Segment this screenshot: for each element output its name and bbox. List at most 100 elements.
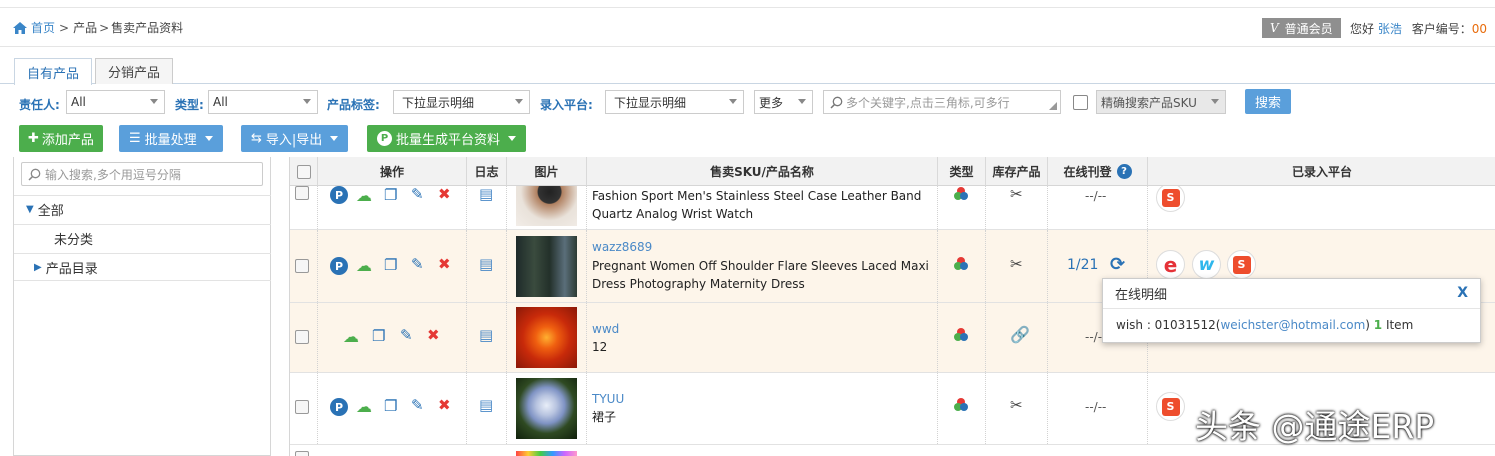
unlinked-icon[interactable]: ✂	[1010, 185, 1023, 203]
exact-search-checkbox[interactable]	[1073, 95, 1088, 110]
copy-icon[interactable]: ❐	[384, 397, 397, 415]
table-row[interactable]: P ☁ ❐ ✎ ✖ ▤ Fashion Sport Men's Stainles…	[290, 169, 1495, 230]
online-count: --/--	[1085, 400, 1107, 414]
row-checkbox[interactable]	[295, 451, 309, 456]
home-icon	[13, 21, 27, 34]
platform-select[interactable]: 下拉显示明细	[605, 90, 744, 114]
popup-email-link[interactable]: weichster@hotmail.com	[1220, 318, 1365, 332]
unlinked-icon[interactable]: ✂	[1010, 255, 1023, 273]
edit-icon[interactable]: ✎	[400, 326, 413, 344]
more-select[interactable]: 更多	[754, 90, 813, 114]
cloud-upload-icon[interactable]: ☁	[356, 186, 372, 205]
column-header-online-label: 在线刊登	[1063, 165, 1112, 179]
exact-search-select[interactable]: 精确搜索产品SKU	[1096, 90, 1226, 114]
p-circle-icon[interactable]: P	[330, 398, 348, 416]
p-circle-icon: P	[377, 131, 392, 146]
batch-process-label: 批量处理	[144, 133, 197, 148]
edit-icon[interactable]: ✎	[411, 396, 424, 414]
product-image[interactable]	[516, 451, 577, 456]
cloud-upload-icon[interactable]: ☁	[356, 397, 372, 416]
tab-distribution-products[interactable]: 分销产品	[95, 58, 174, 84]
keyword-search-input[interactable]: 多个关键字,点击三角标,可多行	[823, 90, 1061, 114]
edit-icon[interactable]: ✎	[411, 185, 424, 203]
batch-generate-button[interactable]: P 批量生成平台资料	[367, 125, 527, 152]
product-sku[interactable]: TYUU	[592, 392, 624, 406]
delete-icon[interactable]: ✖	[427, 326, 440, 344]
online-count-link[interactable]: 1/21	[1067, 257, 1098, 273]
owner-select[interactable]: All	[66, 90, 165, 114]
link-icon[interactable]: 🔗	[1010, 325, 1030, 344]
row-checkbox[interactable]	[295, 400, 309, 414]
tag-select[interactable]: 下拉显示明细	[393, 90, 530, 114]
variant-type-icon	[953, 327, 969, 343]
cloud-upload-icon[interactable]: ☁	[343, 327, 359, 346]
product-name: 12	[592, 340, 608, 354]
log-icon[interactable]: ▤	[479, 255, 493, 273]
p-circle-icon[interactable]: P	[330, 257, 348, 275]
copy-icon[interactable]: ❐	[372, 327, 385, 345]
delete-icon[interactable]: ✖	[438, 255, 451, 273]
action-bar: ✚ 添加产品 ☰ 批量处理 ⇆ 导入|导出 P 批量生成平台资料	[0, 124, 1495, 154]
batch-generate-label: 批量生成平台资料	[396, 133, 501, 148]
breadcrumb-home[interactable]: 首页	[13, 19, 55, 36]
popup-paren: )	[1365, 318, 1374, 332]
category-search-input[interactable]: 输入搜索,多个用逗号分隔	[21, 162, 263, 186]
search-button[interactable]: 搜索	[1245, 89, 1291, 114]
popup-body: wish : 01031512(weichster@hotmail.com) 1…	[1103, 309, 1480, 341]
shopee-icon[interactable]: S	[1156, 183, 1185, 212]
cell	[318, 303, 467, 372]
help-icon[interactable]: ?	[1116, 164, 1132, 179]
product-name: Pregnant Women Off Shoulder Flare Sleeve…	[592, 259, 929, 291]
log-icon[interactable]: ▤	[479, 185, 493, 203]
log-icon[interactable]: ▤	[479, 396, 493, 414]
tag-value: 下拉显示明细	[402, 95, 475, 110]
type-value: All	[213, 95, 228, 109]
log-icon[interactable]: ▤	[479, 326, 493, 344]
type-select[interactable]: All	[208, 90, 318, 114]
refresh-icon[interactable]: ⟳	[1110, 254, 1125, 275]
filter-bar: 责任人: All 类型: All 产品标签: 下拉显示明细 录入平台: 下拉显示…	[0, 86, 1495, 120]
batch-process-button[interactable]: ☰ 批量处理	[119, 125, 223, 152]
more-value: 更多	[759, 95, 784, 110]
category-sidebar: 输入搜索,多个用逗号分隔 ▼ 全部 未分类 ▶ 产品目录	[13, 157, 271, 456]
tree-item-uncategorized[interactable]: 未分类	[14, 224, 271, 252]
copy-icon[interactable]: ❐	[384, 256, 397, 274]
chevron-down-icon	[1211, 99, 1219, 104]
column-header-online: 在线刊登?	[1048, 157, 1148, 186]
product-sku[interactable]: wazz8689	[592, 240, 652, 254]
delete-icon[interactable]: ✖	[438, 396, 451, 414]
tree-item-catalog[interactable]: ▶ 产品目录	[14, 253, 271, 281]
unlinked-icon[interactable]: ✂	[1010, 396, 1023, 414]
edit-icon[interactable]: ✎	[411, 255, 424, 273]
product-sku[interactable]: wwd	[592, 322, 619, 336]
row-checkbox[interactable]	[295, 330, 309, 344]
popup-close-button[interactable]: X	[1457, 285, 1468, 301]
product-image[interactable]	[516, 378, 577, 439]
breadcrumb-products[interactable]: 产品	[73, 19, 97, 36]
product-image[interactable]	[516, 307, 577, 368]
tab-own-products[interactable]: 自有产品	[14, 58, 93, 85]
user-name[interactable]: 张浩	[1378, 22, 1402, 36]
row-checkbox[interactable]	[295, 259, 309, 273]
shopee-icon[interactable]: S	[1227, 250, 1256, 279]
wish-icon[interactable]: w	[1192, 250, 1221, 279]
cloud-upload-icon[interactable]: ☁	[356, 256, 372, 275]
add-product-label: 添加产品	[41, 133, 94, 148]
import-export-button[interactable]: ⇆ 导入|导出	[241, 125, 349, 152]
greeting-text: 您好	[1350, 22, 1375, 36]
chevron-down-icon	[515, 99, 523, 104]
ebay-icon[interactable]: e	[1156, 250, 1185, 279]
copy-icon[interactable]: ❐	[384, 186, 397, 204]
breadcrumb-separator: >	[59, 20, 70, 35]
tree-item-all[interactable]: ▼ 全部	[14, 195, 271, 223]
row-checkbox[interactable]	[295, 186, 309, 200]
select-all-checkbox[interactable]	[296, 164, 311, 179]
tag-label: 产品标签:	[327, 98, 380, 112]
add-product-button[interactable]: ✚ 添加产品	[19, 125, 103, 152]
table-header: 操作 日志 图片 售卖SKU/产品名称 类型 库存产品 在线刊登? 已录入平台	[290, 157, 1495, 186]
product-image[interactable]	[516, 236, 577, 297]
delete-icon[interactable]: ✖	[438, 185, 451, 203]
p-circle-icon[interactable]: P	[330, 186, 348, 204]
search-button-label: 搜索	[1254, 96, 1281, 111]
shopee-icon[interactable]: S	[1156, 392, 1185, 421]
